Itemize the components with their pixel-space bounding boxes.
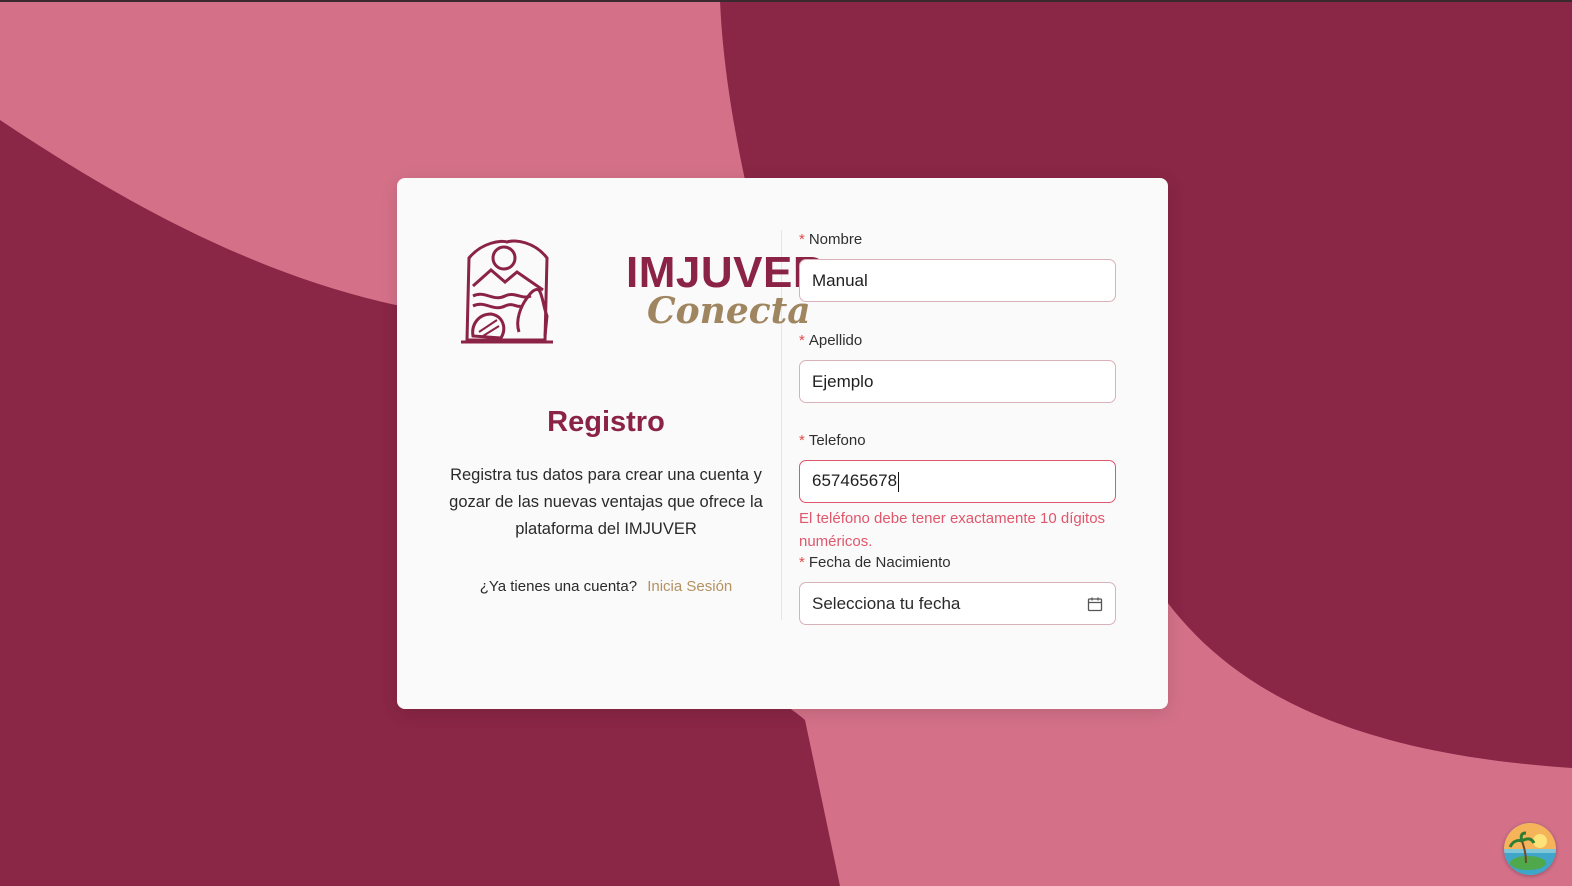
nombre-value: Manual (812, 270, 868, 290)
required-mark: * (799, 432, 805, 449)
top-edge (0, 0, 1572, 2)
register-card: IMJUVER Conecta Registro Registra tus da… (397, 178, 1168, 709)
telefono-error-message: El teléfono debe tener exactamente 10 dí… (799, 510, 1106, 550)
page-background: IMJUVER Conecta Registro Registra tus da… (0, 0, 1572, 886)
required-mark: * (799, 332, 805, 349)
page-description: Registra tus datos para crear una cuenta… (449, 466, 763, 538)
fecha-placeholder: Selecciona tu fecha (812, 593, 961, 613)
apellido-field-group: * Apellido Ejemplo (799, 331, 1116, 403)
telefono-value-wrap: 657465678 (812, 471, 900, 492)
brand-logo: IMJUVER Conecta (457, 236, 825, 348)
apellido-value: Ejemplo (812, 371, 874, 391)
telefono-value: 657465678 (812, 471, 898, 491)
page-title: Registro (547, 406, 665, 438)
nombre-label: * Nombre (799, 231, 863, 248)
logo-emblem-icon (461, 239, 553, 344)
nombre-field-group: * Nombre Manual (799, 230, 1116, 302)
telefono-field-group: * Telefono 657465678 El teléfono debe ten… (799, 431, 1116, 553)
required-mark: * (799, 231, 805, 248)
island-avatar-icon (1504, 823, 1556, 875)
text-caret (898, 471, 900, 492)
nombre-input[interactable]: Manual (799, 259, 1116, 302)
fecha-label: * Fecha de Nacimiento (799, 554, 951, 571)
login-prompt-row: ¿Ya tienes una cuenta? Inicia Sesión (437, 578, 775, 595)
apellido-label: * Apellido (799, 332, 863, 349)
brand-subtitle: Conecta (647, 290, 811, 332)
fecha-field-group: * Fecha de Nacimiento Selecciona tu fecha (799, 553, 1116, 625)
telefono-input[interactable]: 657465678 (799, 460, 1116, 503)
calendar-icon[interactable] (1087, 596, 1103, 612)
required-mark: * (799, 554, 805, 571)
login-link[interactable]: Inicia Sesión (647, 578, 732, 595)
floating-avatar-button[interactable] (1504, 823, 1556, 875)
apellido-input[interactable]: Ejemplo (799, 360, 1116, 403)
login-prompt: ¿Ya tienes una cuenta? (479, 578, 638, 595)
telefono-label: * Telefono (799, 432, 866, 449)
fecha-date-picker[interactable]: Selecciona tu fecha (799, 582, 1116, 625)
